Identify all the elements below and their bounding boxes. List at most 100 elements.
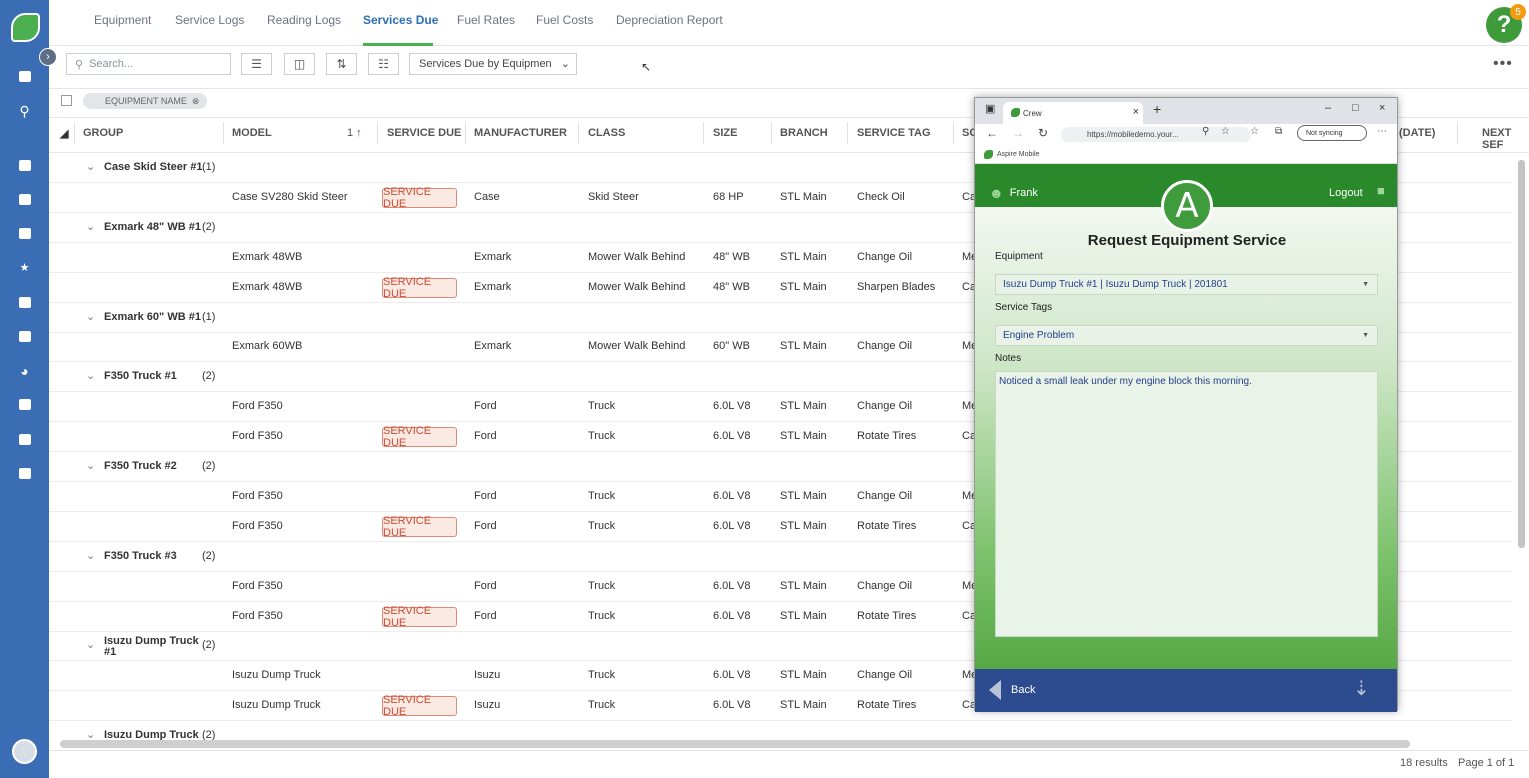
view-select[interactable]: Services Due by Equipmen ⌄ [409,53,577,75]
header-model[interactable]: MODEL [232,127,272,139]
group-panel-icon[interactable] [61,95,72,106]
group-chip[interactable]: EQUIPMENT NAME ⊗ [83,93,208,109]
chevron-down-icon[interactable]: ⌄ [86,160,95,173]
inventory-icon[interactable] [17,432,32,447]
notes-textarea[interactable]: Noticed a small leak under my engine blo… [995,371,1378,637]
back-button[interactable]: Back [989,680,1035,700]
group-button[interactable]: ☷ [368,53,399,75]
save-download-icon[interactable]: ⇣ [1353,676,1377,702]
service-tags-select[interactable]: Engine Problem ▼ [995,325,1378,346]
sidebar-expand-button[interactable]: › [39,48,57,66]
forward-arrow-icon[interactable]: → [1012,126,1024,140]
equipment-select[interactable]: Isuzu Dump Truck #1 | Isuzu Dump Truck |… [995,274,1378,295]
cell-size: 6.0L V8 [713,519,751,532]
favorites-icon[interactable]: ☆ [1250,126,1259,137]
browser-menu-icon[interactable]: ⋯ [1377,126,1387,137]
service-tags-value: Engine Problem [1003,330,1075,341]
refresh-icon[interactable]: ↻ [1038,126,1048,140]
cell-branch: STL Main [780,250,827,263]
filter-button[interactable]: ☰ [241,53,272,75]
tab-reading-logs[interactable]: Reading Logs [267,13,341,27]
header-size[interactable]: SIZE [713,127,737,139]
clipboard-icon[interactable] [17,329,32,344]
chevron-down-icon[interactable]: ⌄ [86,369,95,382]
cell-model: Isuzu Dump Truck [232,669,321,682]
cell-manufacturer: Exmark [474,280,512,293]
user-menu[interactable]: ☻ Frank [989,185,1038,201]
reports-icon[interactable] [17,397,32,412]
cell-branch: STL Main [780,400,827,413]
avatar[interactable] [12,739,37,764]
chevron-down-icon[interactable]: ⌄ [86,310,95,323]
cell-model: Case SV280 Skid Steer [232,190,348,203]
header-next-service[interactable]: NEXT SEF [1482,127,1529,151]
cell-model: Ford F350 [232,609,283,622]
new-tab-icon[interactable]: + [1153,101,1161,117]
close-icon[interactable]: ⊗ [192,96,200,107]
search-icon[interactable]: ⚲ [17,103,32,119]
mouse-cursor-icon: ↖ [641,60,652,74]
columns-button[interactable]: ◫ [284,53,315,75]
active-tab-indicator [363,43,433,46]
header-class[interactable]: CLASS [588,127,625,139]
chevron-down-icon[interactable]: ⌄ [86,459,95,472]
dashboard-icon[interactable] [17,69,32,84]
cell-model: Ford F350 [232,430,283,443]
tab-service-logs[interactable]: Service Logs [175,13,244,27]
trophy-icon[interactable]: ★ [17,260,32,275]
cell-model: Exmark 48WB [232,280,303,293]
header-group[interactable]: GROUP [83,127,123,139]
status-badge: SERVICE DUE [382,186,457,210]
app-logo[interactable] [11,13,40,42]
tab-depreciation-report[interactable]: Depreciation Report [616,13,723,27]
more-options-icon[interactable]: ••• [1493,55,1513,73]
chevron-down-icon[interactable]: ⌄ [86,220,95,233]
cell-model: Ford F350 [232,489,283,502]
expand-all-icon[interactable]: ◢ [60,127,68,140]
search-input[interactable]: ⚲ Search... [66,53,231,75]
header-branch[interactable]: BRANCH [780,127,828,139]
cell-branch: STL Main [780,609,827,622]
help-badge: 5 [1510,4,1526,20]
back-arrow-icon[interactable]: ← [986,126,998,140]
close-tab-icon[interactable]: × [1133,106,1139,118]
tab-equipment[interactable]: Equipment [94,13,151,27]
zoom-icon[interactable]: ⚲ [1202,126,1209,137]
header-manufacturer[interactable]: MANUFACTURER [474,127,567,139]
tab-fuel-costs[interactable]: Fuel Costs [536,13,593,27]
properties-icon[interactable] [17,226,32,241]
chevron-down-icon[interactable]: ⌄ [86,638,95,651]
tab-services-due[interactable]: Services Due [363,13,438,27]
horizontal-scrollbar[interactable] [60,740,1410,748]
cell-manufacturer: Ford [474,579,497,592]
calendar-icon[interactable] [17,158,32,173]
contacts-icon[interactable] [17,192,32,207]
search-icon: ⚲ [75,58,84,71]
header-date[interactable]: (DATE) [1399,127,1435,139]
favorite-icon [984,150,993,159]
header-service-tag[interactable]: SERVICE TAG [857,127,931,139]
vertical-scrollbar[interactable] [1518,160,1525,548]
favorite-link[interactable]: Aspire Mobile [997,151,1039,158]
cell-size: 48" WB [713,280,750,293]
pie-chart-icon[interactable]: ◕ [17,363,32,379]
status-badge: SERVICE DUE [382,425,457,449]
chevron-down-icon[interactable]: ⌄ [86,549,95,562]
browser-tab[interactable]: Crew × [1003,102,1143,124]
close-window-icon[interactable]: × [1379,102,1385,114]
equipment-icon[interactable] [17,466,32,481]
group-name: F350 Truck #3 [104,549,177,562]
tab-fuel-rates[interactable]: Fuel Rates [457,13,515,27]
logout-button[interactable]: Logout [1329,187,1363,199]
collections-icon[interactable]: ⧉ [1275,126,1282,137]
sync-status-button[interactable]: Not syncing [1297,125,1367,141]
minimize-icon[interactable]: – [1325,102,1331,114]
sort-button[interactable]: ⇅ [326,53,357,75]
maximize-icon[interactable]: □ [1352,102,1359,114]
tab-actions-icon[interactable]: ▣ [985,102,995,115]
estimates-icon[interactable] [17,295,32,310]
favorite-add-icon[interactable]: ☆ [1221,126,1230,137]
cell-size: 6.0L V8 [713,400,751,413]
cell-manufacturer: Ford [474,489,497,502]
header-service-due[interactable]: SERVICE DUE [387,127,461,139]
